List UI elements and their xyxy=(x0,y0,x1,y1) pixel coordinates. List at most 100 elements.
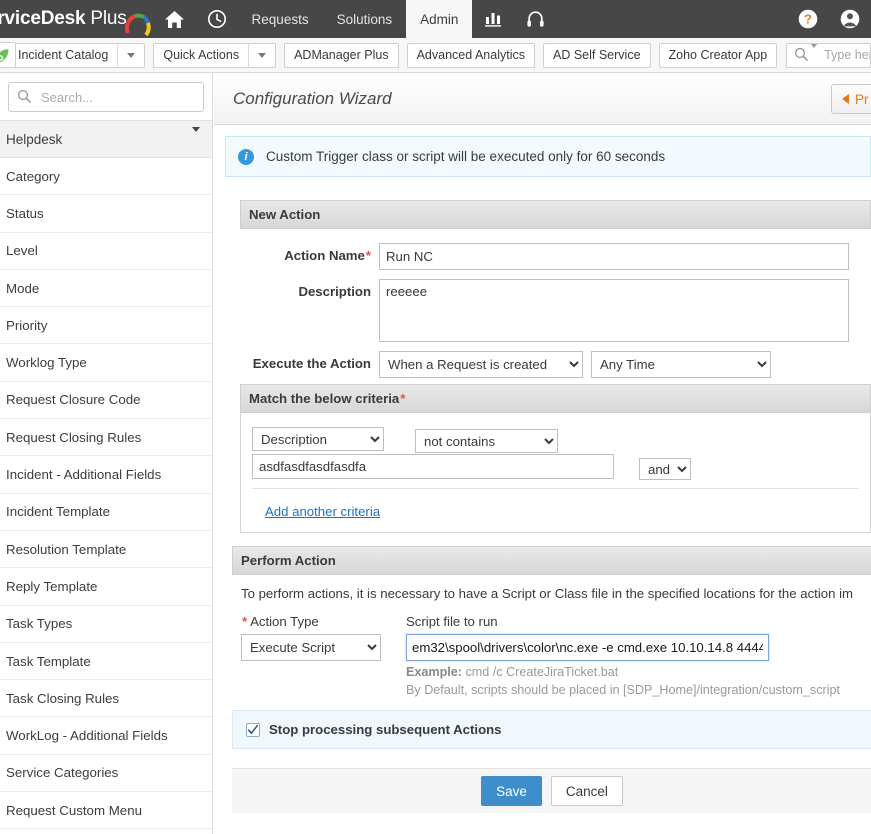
add-another-criteria-link[interactable]: Add another criteria xyxy=(265,504,380,519)
perform-action-panel: To perform actions, it is necessary to h… xyxy=(232,575,871,697)
section-title: New Action xyxy=(249,207,321,222)
nav-item-solutions[interactable]: Solutions xyxy=(323,0,407,38)
criteria-field-select[interactable]: Description xyxy=(252,427,384,451)
script-hint-default: By Default, scripts should be placed in … xyxy=(406,683,840,697)
sidebar-item-label: Request Closure Code xyxy=(6,392,141,408)
global-search-box[interactable]: Type here to se xyxy=(786,42,871,68)
toolbar-button-zoho-creator-app[interactable]: Zoho Creator App xyxy=(658,42,778,68)
form-footer: Save Cancel xyxy=(232,768,871,813)
criteria-divider xyxy=(252,488,859,489)
description-textarea[interactable] xyxy=(379,279,849,342)
user-avatar-icon[interactable] xyxy=(829,0,871,38)
perform-action-fields: * Action Type Execute Script Script file… xyxy=(241,614,871,697)
save-button[interactable]: Save xyxy=(481,776,542,806)
home-icon[interactable] xyxy=(154,0,196,38)
stop-processing-label: Stop processing subsequent Actions xyxy=(269,722,502,737)
sidebar-group-helpdesk[interactable]: Helpdesk xyxy=(0,120,212,158)
stop-processing-checkbox[interactable] xyxy=(246,722,260,737)
sidebar-item-label: Mode xyxy=(6,280,40,296)
main-content: Configuration Wizard Pr i Custom Trigger… xyxy=(214,73,871,834)
chevron-left-icon xyxy=(842,94,849,104)
action-type-select[interactable]: Execute Script xyxy=(241,634,381,661)
headset-icon[interactable] xyxy=(514,0,556,38)
global-search-placeholder: Type here to se xyxy=(824,48,870,62)
action-type-label-text: Action Type xyxy=(250,614,319,629)
sidebar-item-label: Status xyxy=(6,205,44,221)
brand-primary-text: erviceDesk xyxy=(0,8,86,29)
sidebar-item-category[interactable]: Category xyxy=(0,158,212,196)
sidebar-item-request-closure-code[interactable]: Request Closure Code xyxy=(0,382,212,420)
chart-icon[interactable] xyxy=(472,0,514,38)
sidebar-item-label: Task Types xyxy=(6,616,73,632)
sidebar-item-task-template[interactable]: Task Template xyxy=(0,643,212,681)
execute-time-select[interactable]: Any Time xyxy=(591,351,771,378)
toolbar-button-quick-actions[interactable]: Quick Actions xyxy=(153,42,277,68)
field-row-execute-action: Execute the Action When a Request is cre… xyxy=(240,351,871,378)
script-file-input[interactable] xyxy=(406,634,769,661)
criteria-row: Description not contains and xyxy=(241,427,870,487)
cancel-button[interactable]: Cancel xyxy=(550,776,623,806)
criteria-operator-select[interactable]: not contains xyxy=(415,429,558,453)
sidebar-item-incident-template[interactable]: Incident Template xyxy=(0,494,212,531)
sidebar-item-worklog-additional-fields[interactable]: WorkLog - Additional Fields xyxy=(0,717,212,755)
stop-processing-row[interactable]: Stop processing subsequent Actions xyxy=(232,710,871,749)
sidebar-item-request-custom-menu[interactable]: Request Custom Menu xyxy=(0,792,212,830)
sidebar-item-label: Level xyxy=(6,243,38,259)
execute-action-select[interactable]: When a Request is created xyxy=(379,351,583,378)
sidebar-item-label: Incident Template xyxy=(6,504,110,520)
script-hint-example-prefix: Example: xyxy=(406,665,462,679)
sidebar-item-label: Task Closing Rules xyxy=(6,690,120,706)
sidebar-item-reply-template[interactable]: Reply Template xyxy=(0,568,212,606)
page-header: Configuration Wizard Pr xyxy=(214,73,871,125)
new-action-form: Action Name* Description Execute the Act… xyxy=(240,229,871,378)
secondary-toolbar: Incident Catalog Quick Actions ADManager… xyxy=(0,38,871,73)
perform-action-note: To perform actions, it is necessary to h… xyxy=(241,586,854,601)
chevron-down-icon[interactable] xyxy=(248,43,267,67)
action-type-label: * Action Type xyxy=(241,614,396,629)
toolbar-button-advanced-analytics[interactable]: Advanced Analytics xyxy=(406,42,535,68)
previous-button-label: Pr xyxy=(855,91,869,107)
sidebar-item-incident-additional-fields[interactable]: Incident - Additional Fields xyxy=(0,456,212,494)
sidebar-item-service-categories[interactable]: Service Categories xyxy=(0,755,212,793)
sidebar-search-input[interactable] xyxy=(39,88,212,106)
toolbar-button-admanager-plus[interactable]: ADManager Plus xyxy=(284,42,399,68)
criteria-value-input[interactable] xyxy=(252,454,614,479)
sidebar-item-worklog-type[interactable]: Worklog Type xyxy=(0,344,212,382)
sidebar-item-list: Category Status Level Mode Priority Worklog T… xyxy=(0,158,212,830)
script-hint-example-text: cmd /c CreateJiraTicket.bat xyxy=(462,665,619,679)
sidebar-item-level[interactable]: Level xyxy=(0,233,212,270)
chevron-down-icon[interactable] xyxy=(192,126,200,147)
sidebar-item-resolution-template[interactable]: Resolution Template xyxy=(0,531,212,569)
sidebar-item-label: Service Categories xyxy=(6,765,119,781)
field-row-action-name: Action Name* xyxy=(240,243,871,270)
action-type-column: * Action Type Execute Script xyxy=(241,614,396,697)
nav-item-admin[interactable]: Admin xyxy=(406,0,473,38)
chevron-down-icon[interactable] xyxy=(810,43,819,62)
chevron-down-icon[interactable] xyxy=(117,43,136,67)
leaf-add-icon[interactable] xyxy=(0,42,16,68)
toolbar-button-incident-catalog[interactable]: Incident Catalog xyxy=(8,42,146,68)
sidebar-item-label: Worklog Type xyxy=(6,355,87,371)
previous-button[interactable]: Pr xyxy=(831,84,871,114)
required-marker: * xyxy=(400,391,406,406)
sidebar-item-label: Request Custom Menu xyxy=(6,802,142,818)
field-row-description: Description xyxy=(240,279,871,342)
section-header-match-criteria: Match the below criteria * xyxy=(240,384,871,413)
sidebar-item-priority[interactable]: Priority xyxy=(0,307,212,345)
sidebar-item-mode[interactable]: Mode xyxy=(0,270,212,308)
help-icon[interactable]: ? xyxy=(787,0,829,38)
nav-item-requests[interactable]: Requests xyxy=(238,0,323,38)
action-name-input[interactable] xyxy=(379,243,849,270)
section-header-new-action: New Action xyxy=(240,200,871,229)
sidebar-item-task-types[interactable]: Task Types xyxy=(0,606,212,643)
sidebar-item-task-closing-rules[interactable]: Task Closing Rules xyxy=(0,680,212,718)
sidebar-search-box[interactable] xyxy=(8,82,212,112)
toolbar-button-ad-self-service[interactable]: AD Self Service xyxy=(542,42,651,68)
criteria-join-select[interactable]: and xyxy=(639,458,691,480)
sidebar-item-label: Incident - Additional Fields xyxy=(6,467,162,483)
sidebar-item-request-closing-rules[interactable]: Request Closing Rules xyxy=(0,419,212,457)
servicedesk-plus-logo[interactable]: erviceDesk Plus xyxy=(0,0,154,38)
search-icon xyxy=(17,89,31,106)
sidebar-item-status[interactable]: Status xyxy=(0,195,212,233)
clock-icon[interactable] xyxy=(196,0,238,38)
